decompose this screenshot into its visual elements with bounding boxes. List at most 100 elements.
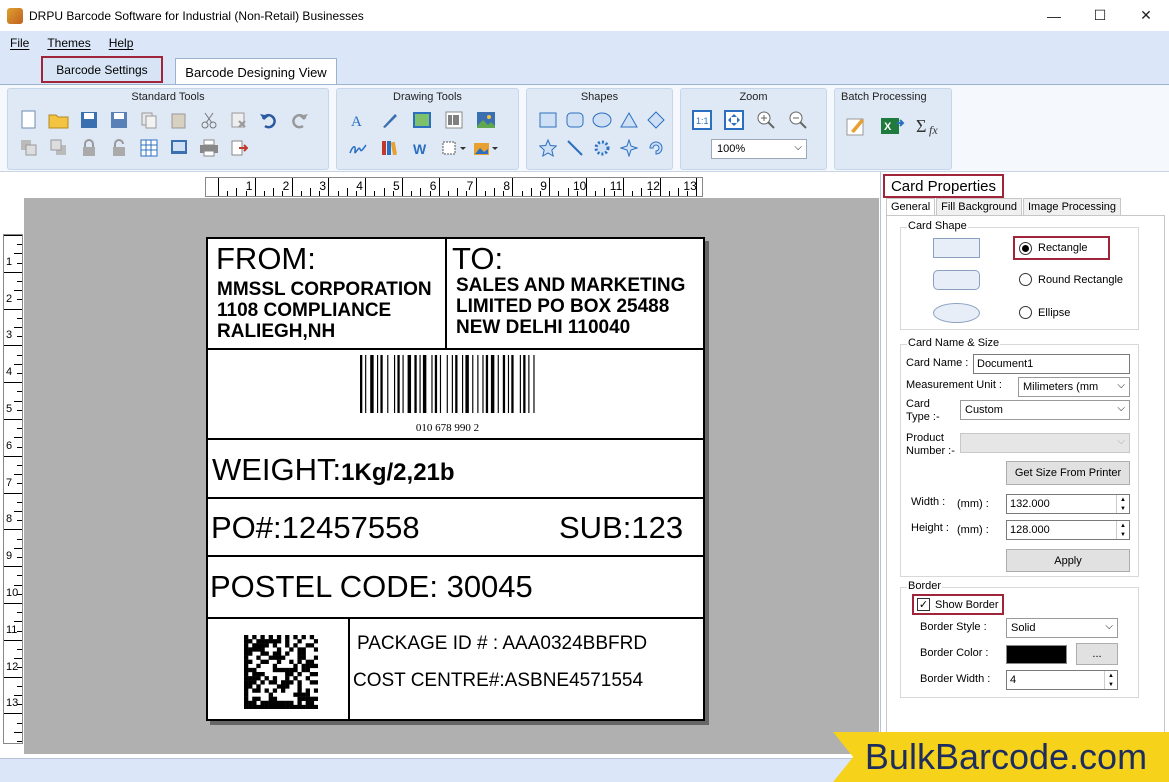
tab-barcode-settings[interactable]: Barcode Settings: [41, 56, 163, 83]
spinner-arrows-icon[interactable]: ▲ ▼: [1116, 495, 1129, 513]
picture-tool-icon[interactable]: [409, 107, 435, 133]
get-size-from-printer-button[interactable]: Get Size From Printer: [1006, 461, 1130, 485]
arc-shape-icon[interactable]: [643, 135, 669, 161]
border-color-label: Border Color :: [920, 647, 989, 659]
round-rectangle-radio[interactable]: Round Rectangle: [1019, 273, 1123, 286]
card-type-select[interactable]: Custom ⌵: [960, 400, 1130, 420]
diamond-shape-icon[interactable]: [643, 107, 669, 133]
formula-icon[interactable]: Σfx: [915, 113, 941, 139]
cut-icon[interactable]: [196, 107, 222, 133]
border-style-select[interactable]: Solid ⌵: [1006, 618, 1118, 638]
library-tool-icon[interactable]: [377, 135, 403, 161]
excel-import-icon[interactable]: X: [879, 113, 905, 139]
vertical-ruler: 1 2 3 4 5 6 7 8 9 10 11 12 13: [3, 234, 23, 744]
tab-image-processing[interactable]: Image Processing: [1022, 198, 1122, 216]
watermark-tool-icon[interactable]: W: [409, 135, 435, 161]
print-preview-icon[interactable]: [166, 135, 192, 161]
spinner-arrows-icon[interactable]: ▲ ▼: [1104, 671, 1117, 689]
tab-fill-background[interactable]: Fill Background: [936, 198, 1022, 216]
ruler-tick: [549, 178, 551, 196]
bring-front-icon[interactable]: [46, 135, 72, 161]
menu-file[interactable]: File: [10, 36, 29, 50]
ruler-tick: [17, 741, 22, 742]
save-as-icon[interactable]: [106, 107, 132, 133]
shape-group-icon[interactable]: [441, 135, 467, 161]
paste-icon[interactable]: [166, 107, 192, 133]
line-shape-icon[interactable]: [562, 135, 588, 161]
ruler-tick: [17, 336, 22, 338]
lock-icon[interactable]: [76, 135, 102, 161]
product-number-select[interactable]: ⌵: [960, 433, 1130, 453]
actual-size-icon[interactable]: 1:1: [689, 107, 715, 133]
zoom-in-icon[interactable]: [753, 107, 779, 133]
border-style-value: Solid: [1011, 622, 1036, 634]
image-dropdown-icon[interactable]: [473, 135, 499, 161]
card-name-input[interactable]: Document1: [973, 354, 1130, 374]
sub-number: SUB:123: [559, 510, 684, 545]
close-button[interactable]: ✕: [1123, 0, 1169, 31]
grid-icon[interactable]: [136, 135, 162, 161]
send-back-icon[interactable]: [16, 135, 42, 161]
delete-icon[interactable]: [226, 107, 252, 133]
print-icon[interactable]: [196, 135, 222, 161]
copy-icon[interactable]: [136, 107, 162, 133]
border-color-swatch[interactable]: [1006, 645, 1067, 664]
checkmark-icon: ✓: [917, 598, 930, 611]
save-icon[interactable]: [76, 107, 102, 133]
svg-text:1:1: 1:1: [696, 116, 709, 126]
minimize-button[interactable]: —: [1031, 0, 1077, 31]
redo-icon[interactable]: [286, 107, 312, 133]
new-file-icon[interactable]: [16, 107, 42, 133]
signature-tool-icon[interactable]: [345, 135, 371, 161]
apply-button[interactable]: Apply: [1006, 549, 1130, 572]
star-shape-icon[interactable]: [535, 135, 561, 161]
ellipse-preview: [933, 303, 980, 323]
width-input[interactable]: 132.000 ▲ ▼: [1006, 494, 1130, 514]
ruler-label: 5: [6, 403, 13, 415]
divider: [208, 497, 703, 499]
text-tool-icon[interactable]: A: [345, 107, 371, 133]
image-tool-icon[interactable]: [473, 107, 499, 133]
tab-barcode-designing-view[interactable]: Barcode Designing View: [175, 58, 337, 85]
zoom-level-select[interactable]: 100% ⌵: [711, 139, 807, 159]
tab-general[interactable]: General: [886, 198, 936, 216]
ruler-tick: [17, 520, 22, 522]
four-point-star-shape-icon[interactable]: [616, 135, 642, 161]
ellipse-shape-icon[interactable]: [589, 107, 615, 133]
barcode-human-readable: 010 678 990 2: [415, 422, 480, 434]
border-color-picker-button[interactable]: ...: [1076, 643, 1118, 665]
measurement-unit-select[interactable]: Milimeters (mm ⌵: [1018, 377, 1130, 397]
edit-batch-icon[interactable]: [843, 113, 869, 139]
maximize-button[interactable]: ☐: [1077, 0, 1123, 31]
unlock-icon[interactable]: [106, 135, 132, 161]
ruler-tick: [374, 191, 376, 196]
label-card[interactable]: FROM: MMSSL CORPORATION 1108 COMPLIANCE …: [206, 237, 705, 721]
zoom-out-icon[interactable]: [785, 107, 811, 133]
undo-icon[interactable]: [256, 107, 282, 133]
menu-help[interactable]: Help: [109, 36, 134, 50]
batch-processing-title: Batch Processing: [841, 91, 927, 103]
menu-themes[interactable]: Themes: [47, 36, 90, 50]
ruler-label: 6: [6, 439, 13, 452]
weight-value: 1Kg/2,21b: [341, 459, 455, 486]
rectangle-shape-icon[interactable]: [535, 107, 561, 133]
rectangle-radio[interactable]: Rectangle: [1013, 236, 1110, 260]
round-rectangle-shape-icon[interactable]: [562, 107, 588, 133]
pen-tool-icon[interactable]: [377, 107, 403, 133]
fit-to-window-icon[interactable]: [721, 107, 747, 133]
ellipse-radio[interactable]: Ellipse: [1019, 306, 1070, 319]
border-width-input[interactable]: 4 ▲ ▼: [1006, 670, 1118, 690]
burst-shape-icon[interactable]: [589, 135, 615, 161]
open-folder-icon[interactable]: [46, 107, 72, 133]
height-input[interactable]: 128.000 ▲ ▼: [1006, 520, 1130, 540]
ruler-tick: [17, 391, 22, 393]
spinner-arrows-icon[interactable]: ▲ ▼: [1116, 521, 1129, 539]
horizontal-ruler: 1 2 3 4 5 6 7 8 9 10 11 12 13: [205, 177, 703, 197]
ruler-tick: [236, 188, 238, 196]
triangle-shape-icon[interactable]: [616, 107, 642, 133]
border-width-label: Border Width :: [920, 673, 991, 685]
ruler-tick: [4, 235, 22, 236]
show-border-checkbox[interactable]: ✓ Show Border: [912, 594, 1004, 615]
barcode-tool-icon[interactable]: [441, 107, 467, 133]
export-icon[interactable]: [226, 135, 252, 161]
